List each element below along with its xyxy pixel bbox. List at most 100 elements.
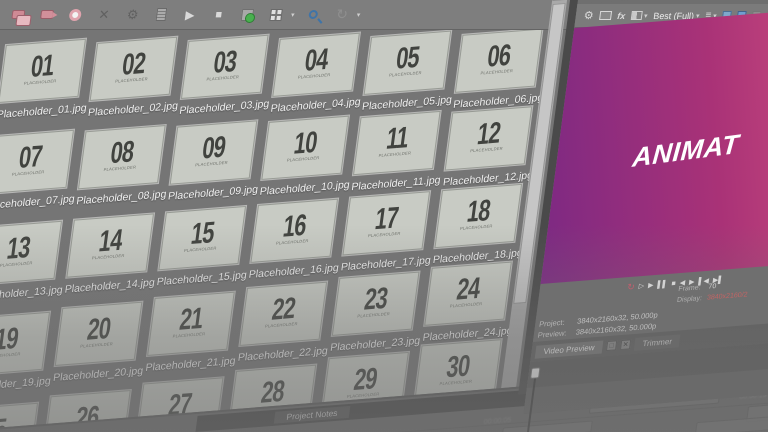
media-item[interactable]: 17 PLACEHOLDER Placeholder_17.jpg <box>340 191 438 273</box>
media-thumbnail[interactable]: 14 PLACEHOLDER <box>66 213 154 278</box>
thumbnail-number: 28 <box>259 374 287 410</box>
media-item[interactable]: 22 PLACEHOLDER Placeholder_22.jpg <box>237 281 335 364</box>
media-thumbnail[interactable]: 19 PLACEHOLDER <box>0 311 51 377</box>
thumbnail-number: 07 <box>17 140 45 175</box>
scroll-up-icon[interactable]: ▲ <box>552 0 570 2</box>
media-thumbnail[interactable]: 09 PLACEHOLDER <box>169 120 258 185</box>
playhead-marker[interactable] <box>503 367 541 432</box>
media-item[interactable]: 19 PLACEHOLDER Placeholder_19.jpg <box>0 311 58 394</box>
media-thumbnail[interactable]: 13 PLACEHOLDER <box>0 220 62 286</box>
thumbnail-number: 01 <box>29 49 57 84</box>
media-thumbnail[interactable]: 06 PLACEHOLDER <box>454 28 543 93</box>
media-item[interactable]: 24 PLACEHOLDER Placeholder_24.jpg <box>422 261 520 344</box>
thumbnail-number: 11 <box>384 121 411 156</box>
project-properties-icon[interactable]: ⚙ <box>583 9 594 22</box>
media-filename: Placeholder_22.jpg <box>237 344 329 364</box>
media-item[interactable]: 20 PLACEHOLDER Placeholder_20.jpg <box>52 301 150 384</box>
tab-video-preview[interactable]: Video Preview <box>534 339 604 359</box>
close-icon[interactable]: ✕ <box>619 339 632 351</box>
thumbnail-number: 17 <box>373 201 401 237</box>
stop-icon[interactable]: ■ <box>671 280 676 287</box>
media-thumbnail[interactable]: 04 PLACEHOLDER <box>272 32 360 97</box>
media-thumbnail[interactable]: 23 PLACEHOLDER <box>331 271 420 336</box>
media-thumbnail[interactable]: 20 PLACEHOLDER <box>54 301 143 367</box>
media-thumbnail[interactable]: 21 PLACEHOLDER <box>147 291 235 356</box>
app-canvas: ✕ ⚙ ▶ ■ ▾ ↻ ▾ 01 PLACEHOLDER Placeholder_0… <box>0 0 768 432</box>
media-thumbnail[interactable]: 10 PLACEHOLDER <box>261 115 349 180</box>
media-thumbnail[interactable]: 22 PLACEHOLDER <box>239 281 328 346</box>
media-thumbnail[interactable]: 16 PLACEHOLDER <box>250 198 339 263</box>
search-media-icon[interactable] <box>302 4 324 24</box>
media-item[interactable]: 14 PLACEHOLDER Placeholder_14.jpg <box>64 213 162 296</box>
media-item[interactable]: 05 PLACEHOLDER Placeholder_05.jpg <box>361 30 459 113</box>
extract-audio-cd-icon[interactable] <box>64 4 86 24</box>
thumbnail-number: 06 <box>485 38 513 74</box>
media-item[interactable]: 01 PLACEHOLDER Placeholder_01.jpg <box>0 38 94 121</box>
media-item[interactable]: 12 PLACEHOLDER Placeholder_12.jpg <box>442 106 540 189</box>
thumbnail-number: 14 <box>97 223 125 259</box>
media-item[interactable]: 03 PLACEHOLDER Placeholder_03.jpg <box>179 34 277 117</box>
video-preview-frame[interactable]: ANIMAT <box>540 0 768 285</box>
media-item[interactable]: 23 PLACEHOLDER Placeholder_23.jpg <box>329 271 427 354</box>
media-item[interactable]: 10 PLACEHOLDER Placeholder_10.jpg <box>259 115 357 198</box>
media-item[interactable]: 06 PLACEHOLDER Placeholder_06.jpg <box>453 28 551 111</box>
media-thumbnail[interactable]: 02 PLACEHOLDER <box>89 36 178 102</box>
media-filename: Placeholder_11.jpg <box>350 174 442 194</box>
media-item[interactable]: 21 PLACEHOLDER Placeholder_21.jpg <box>145 291 243 374</box>
media-thumbnail[interactable]: 12 PLACEHOLDER <box>444 106 533 171</box>
media-item[interactable]: 15 PLACEHOLDER Placeholder_15.jpg <box>156 205 254 288</box>
history-caret-icon[interactable]: ▾ <box>356 10 361 18</box>
display-value: 3840x2160/2 <box>706 290 748 302</box>
media-thumbnail[interactable]: 08 PLACEHOLDER <box>77 125 166 190</box>
play-from-start-icon[interactable]: ▷ <box>638 283 644 290</box>
media-item[interactable]: 02 PLACEHOLDER Placeholder_02.jpg <box>87 36 185 119</box>
properties-icon[interactable]: ⚙ <box>121 4 143 24</box>
thumbnail-number: 05 <box>394 40 422 76</box>
import-media-icon[interactable] <box>7 5 29 25</box>
media-item[interactable]: 08 PLACEHOLDER Placeholder_08.jpg <box>76 124 174 207</box>
pause-icon[interactable]: ▌▌ <box>657 281 668 289</box>
media-thumbnail[interactable]: 17 PLACEHOLDER <box>342 191 431 256</box>
media-thumbnail[interactable]: 05 PLACEHOLDER <box>363 30 452 95</box>
thumbnail-number: 19 <box>0 322 21 357</box>
media-item[interactable]: 07 PLACEHOLDER Placeholder_07.jpg <box>0 129 82 212</box>
media-item[interactable]: 11 PLACEHOLDER Placeholder_11.jpg <box>351 110 449 193</box>
pin-icon[interactable]: □ <box>605 340 618 352</box>
views-icon[interactable] <box>265 5 287 25</box>
start-preview-icon[interactable]: ▶ <box>179 4 201 24</box>
media-filename: Placeholder_08.jpg <box>75 188 168 208</box>
media-thumbnail[interactable]: 24 PLACEHOLDER <box>424 261 512 326</box>
media-filename: Placeholder_09.jpg <box>167 183 259 203</box>
history-icon[interactable]: ↻ <box>331 4 353 24</box>
media-item[interactable]: 18 PLACEHOLDER Placeholder_18.jpg <box>432 183 530 266</box>
thumbnail-number: 12 <box>475 116 503 152</box>
media-thumbnail[interactable]: 18 PLACEHOLDER <box>434 183 523 249</box>
views-caret-icon[interactable]: ▾ <box>290 10 295 18</box>
media-item[interactable]: 09 PLACEHOLDER Placeholder_09.jpg <box>167 120 265 203</box>
tab-trimmer[interactable]: Trimmer <box>633 333 681 351</box>
capture-video-icon[interactable] <box>35 5 57 25</box>
tab-project-notes[interactable]: Project Notes <box>273 405 351 424</box>
media-filename: Placeholder_20.jpg <box>52 364 144 385</box>
media-thumbnail[interactable]: 15 PLACEHOLDER <box>158 205 247 271</box>
split-screen-caret-icon[interactable]: ▾ <box>644 12 649 20</box>
media-item[interactable]: 16 PLACEHOLDER Placeholder_16.jpg <box>248 198 346 281</box>
media-item[interactable]: 13 PLACEHOLDER Placeholder_13.jpg <box>0 220 70 303</box>
media-thumbnail[interactable]: 07 PLACEHOLDER <box>0 129 74 195</box>
play-icon[interactable]: ▶ <box>648 282 654 289</box>
thumbnail-number: 20 <box>85 311 113 347</box>
media-thumbnail[interactable]: 01 PLACEHOLDER <box>0 38 86 104</box>
remove-unused-media-icon[interactable]: ✕ <box>93 4 115 24</box>
external-monitor-icon[interactable] <box>598 11 612 21</box>
media-thumbnail[interactable]: 11 PLACEHOLDER <box>352 110 441 176</box>
video-output-fx-icon[interactable]: fx <box>617 11 626 21</box>
media-thumbnail[interactable]: 03 PLACEHOLDER <box>180 34 269 99</box>
media-fx-icon[interactable] <box>236 4 258 24</box>
thumbnail-number: 22 <box>270 291 298 327</box>
document-icon[interactable] <box>150 5 172 25</box>
media-item[interactable]: 04 PLACEHOLDER Placeholder_04.jpg <box>270 32 368 115</box>
split-screen-icon[interactable] <box>630 11 643 21</box>
stop-preview-icon[interactable]: ■ <box>208 5 230 25</box>
thumbnail-number: 08 <box>108 135 136 171</box>
loop-playback-icon[interactable]: ↻ <box>627 282 636 293</box>
